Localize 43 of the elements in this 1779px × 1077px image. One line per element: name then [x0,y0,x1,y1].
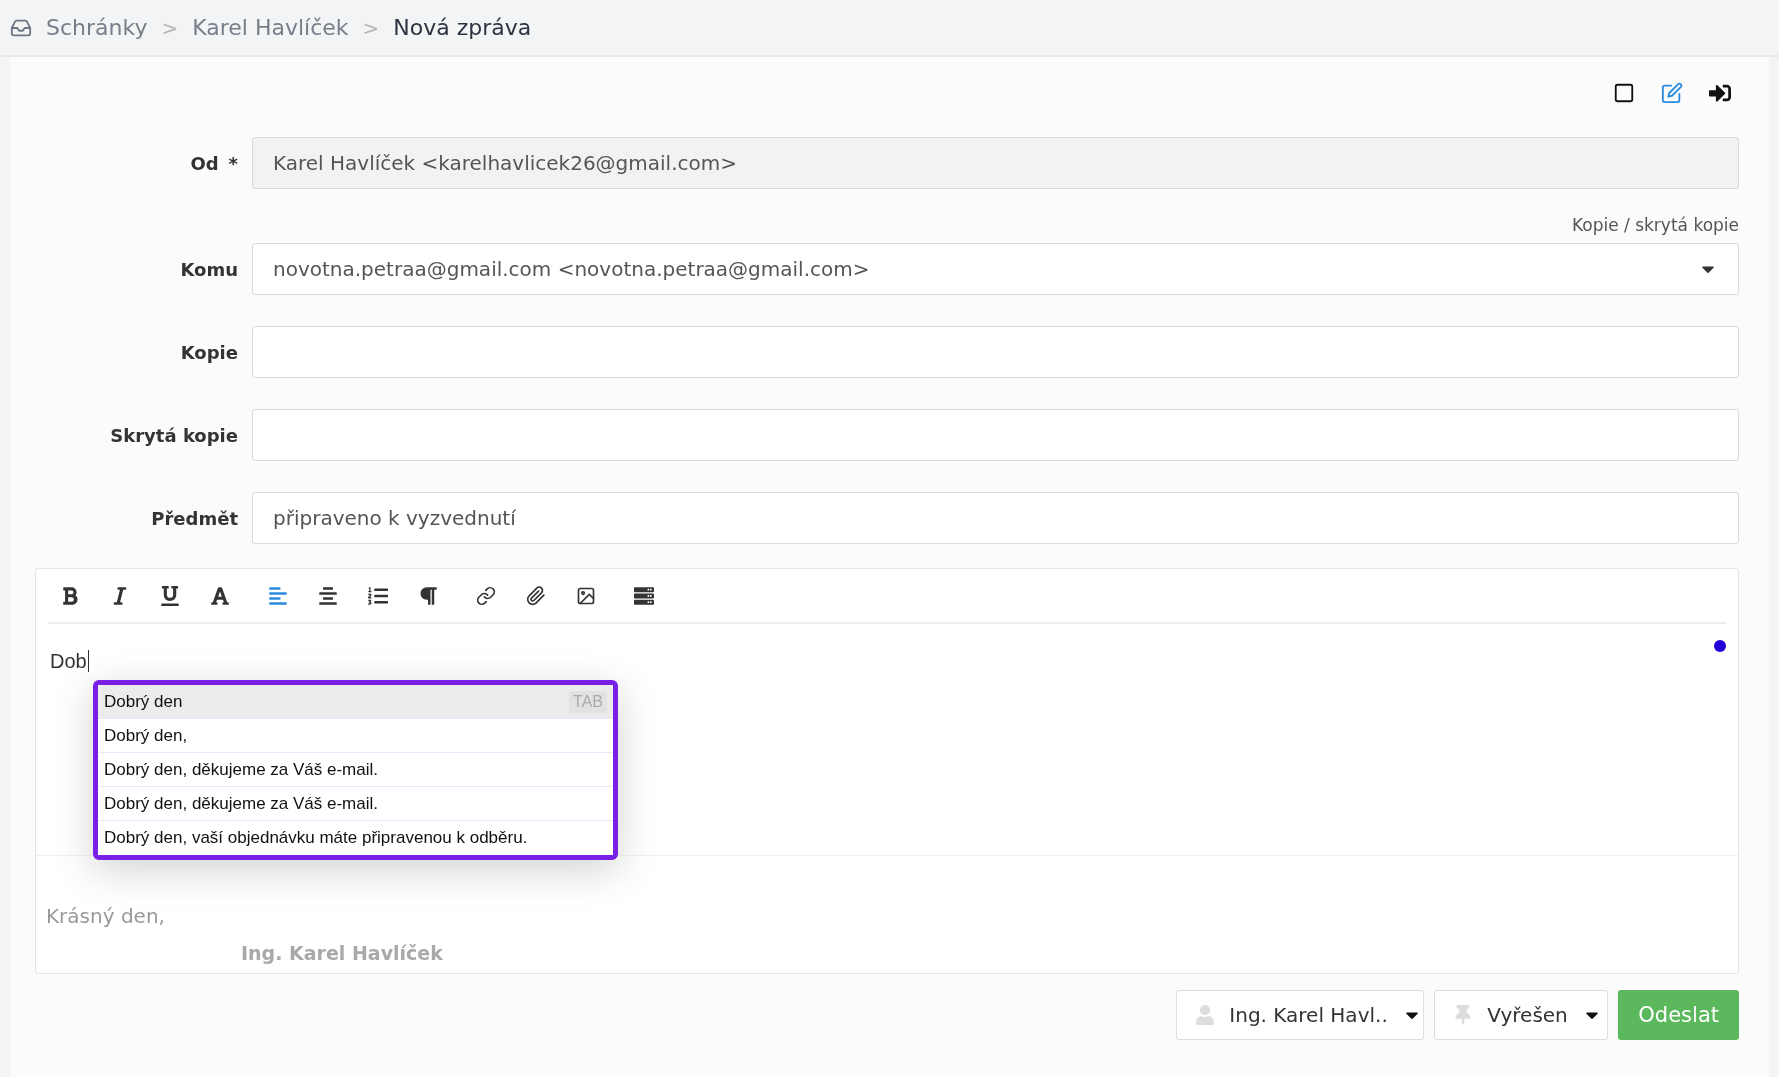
tab-hint: TAB [569,690,607,713]
user-icon [1195,1005,1216,1025]
breadcrumb-separator: > [362,15,380,40]
field-label: Kopie [180,341,238,363]
signature-text: Krásný den, [46,904,166,928]
breadcrumb-link[interactable]: Karel Havlíček [192,15,349,40]
status-dot [1714,640,1726,652]
paperclip-icon[interactable] [526,585,546,606]
bold-icon[interactable] [60,585,80,606]
input-field[interactable] [252,409,1739,461]
image-icon[interactable] [576,585,596,606]
input-field[interactable]: připraveno k vyzvednutí [252,492,1739,544]
breadcrumb-link[interactable]: Schránky [46,15,148,40]
cc-link[interactable]: Kopie / skrytá kopie [1571,215,1739,235]
align-left-icon[interactable] [268,585,288,606]
field-label: Skrytá kopie [110,424,238,446]
underline-icon[interactable] [160,585,180,606]
signature-name: Ing. Karel Havlíček [241,942,444,964]
numbered-list-icon[interactable] [368,585,388,606]
suggestion-item[interactable]: Dobrý den TAB [98,685,613,719]
field-label: Předmět [151,507,238,529]
sender-select[interactable]: Ing. Karel Havl.. [1176,990,1425,1040]
square-icon[interactable] [1613,82,1635,104]
sign-in-icon[interactable] [1709,82,1731,104]
field-label: Komu [180,258,238,280]
suggestion-item[interactable]: Dobrý den, [98,719,613,753]
table-icon[interactable] [634,585,654,606]
align-center-icon[interactable] [318,585,338,606]
font-size-icon[interactable] [210,585,230,606]
breadcrumb-link[interactable]: Nová zpráva [393,15,532,40]
link-icon[interactable] [476,585,496,606]
status-select[interactable]: Vyřešen [1434,990,1609,1040]
input-field[interactable] [252,326,1739,378]
required-mark: * [228,152,238,174]
breadcrumb-separator: > [161,15,179,40]
edit-icon[interactable] [1661,82,1683,104]
suggestion-item[interactable]: Dobrý den, děkujeme za Váš e-mail. [98,753,613,787]
suggestion-item[interactable]: Dobrý den, děkujeme za Váš e-mail. [98,787,613,821]
editor-text: Dob [50,650,89,672]
suggestion-item[interactable]: Dobrý den, vaší objednávku máte připravenou k odběru. [98,821,613,855]
paragraph-icon[interactable] [418,585,438,606]
field-label: Od [190,152,219,174]
recipient-select[interactable]: novotna.petraa@gmail.com <novotna.petraa@gmail.com> [252,243,1739,295]
